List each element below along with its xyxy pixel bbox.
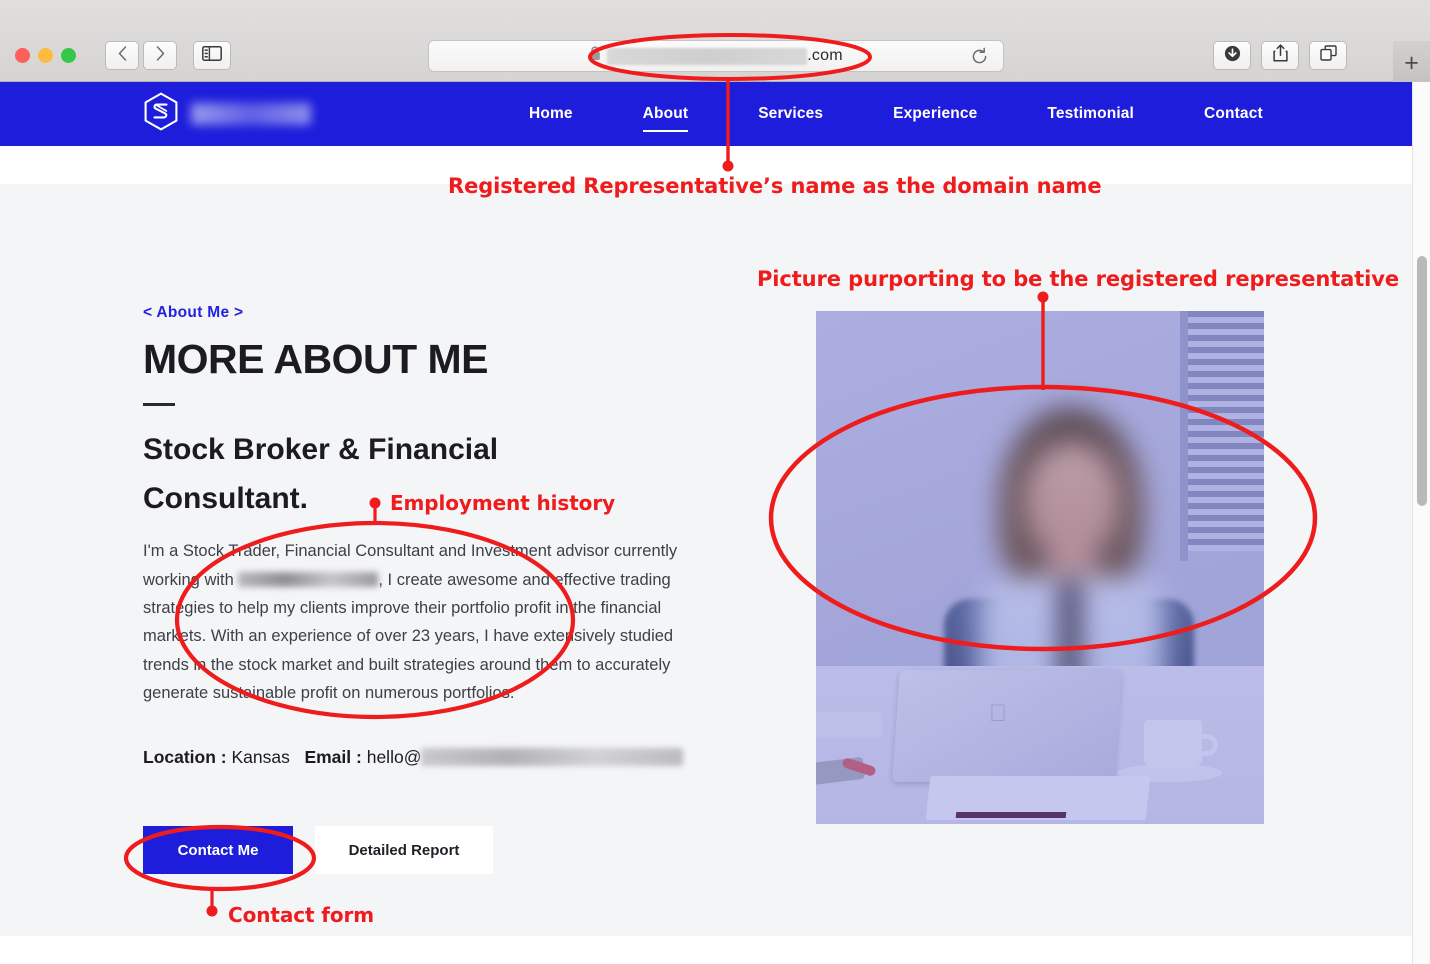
navigation-buttons bbox=[105, 41, 177, 70]
contact-me-button[interactable]: Contact Me bbox=[143, 826, 293, 875]
close-window-button[interactable] bbox=[15, 48, 30, 63]
browser-toolbar: .com + bbox=[0, 0, 1430, 83]
site-navbar: Home About Services Experience Testimoni… bbox=[0, 82, 1412, 146]
forward-button[interactable] bbox=[143, 41, 177, 70]
tab-overview-icon bbox=[1319, 45, 1337, 66]
redacted-domain-name bbox=[607, 47, 808, 65]
hexagon-s-logo-icon bbox=[143, 92, 179, 137]
scrollbar-thumb[interactable] bbox=[1417, 256, 1427, 506]
brand-name-redacted bbox=[191, 103, 311, 125]
window-traffic-lights bbox=[15, 48, 76, 63]
contact-annotation-label: Contact form bbox=[228, 903, 375, 927]
nav-item-contact[interactable]: Contact bbox=[1204, 105, 1263, 123]
share-icon bbox=[1272, 44, 1288, 67]
photo-annotation-label: Picture purporting to be the registered … bbox=[757, 267, 1399, 291]
about-paragraph-part2: , I create awesome and effective trading… bbox=[143, 570, 674, 703]
nav-item-about[interactable]: About bbox=[642, 105, 689, 132]
new-tab-button[interactable]: + bbox=[1393, 41, 1430, 83]
downloads-button[interactable] bbox=[1213, 41, 1251, 70]
employment-annotation-label: Employment history bbox=[390, 491, 616, 515]
page-title: MORE ABOUT ME bbox=[143, 336, 489, 382]
url-tld: .com bbox=[807, 47, 843, 64]
about-text-column: < About Me > MORE ABOUT ME Stock Broker … bbox=[143, 304, 703, 875]
detailed-report-button[interactable]: Detailed Report bbox=[315, 826, 493, 875]
vertical-scrollbar[interactable] bbox=[1412, 82, 1430, 964]
zoom-window-button[interactable] bbox=[61, 48, 76, 63]
photo-blue-tint bbox=[816, 311, 1264, 824]
address-bar[interactable]: .com bbox=[428, 40, 1004, 72]
minimize-window-button[interactable] bbox=[38, 48, 53, 63]
nav-item-testimonial[interactable]: Testimonial bbox=[1047, 105, 1134, 123]
sidebar-toggle-button[interactable] bbox=[193, 41, 231, 70]
about-button-row: Contact Me Detailed Report bbox=[143, 826, 703, 875]
padlock-icon bbox=[589, 46, 601, 66]
representative-photo:  bbox=[816, 311, 1264, 824]
location-label: Location : bbox=[143, 747, 227, 768]
eyebrow-label: About Me bbox=[156, 304, 230, 321]
email-label: Email : bbox=[304, 747, 362, 768]
eyebrow-prefix: < bbox=[143, 304, 153, 321]
page-bottom-strip bbox=[0, 936, 1412, 964]
sidebar-toggle-icon bbox=[202, 45, 222, 66]
brand-logo[interactable] bbox=[143, 92, 311, 137]
eyebrow-suffix: > bbox=[234, 304, 244, 321]
location-value: Kansas bbox=[231, 747, 290, 768]
chevron-left-icon bbox=[118, 45, 127, 66]
email-value: hello@ bbox=[366, 747, 422, 768]
nav-item-experience[interactable]: Experience bbox=[893, 105, 977, 123]
reload-button[interactable] bbox=[970, 47, 989, 71]
redacted-employer-name bbox=[238, 571, 379, 587]
nav-item-home[interactable]: Home bbox=[529, 105, 573, 123]
about-paragraph: I'm a Stock Trader, Financial Consultant… bbox=[143, 537, 691, 707]
about-eyebrow: < About Me > bbox=[143, 304, 703, 322]
downloads-icon bbox=[1224, 45, 1241, 67]
back-button[interactable] bbox=[105, 41, 139, 70]
chevron-right-icon bbox=[156, 45, 165, 66]
title-rule bbox=[143, 403, 175, 407]
site-nav-menu: Home About Services Experience Testimoni… bbox=[529, 105, 1263, 132]
domain-annotation-label: Registered Representative’s name as the … bbox=[448, 174, 1102, 198]
toolbar-right-buttons bbox=[1213, 41, 1347, 70]
contact-meta: Location : Kansas Email : hello@ bbox=[143, 747, 703, 768]
tab-overview-button[interactable] bbox=[1309, 41, 1347, 70]
share-button[interactable] bbox=[1261, 41, 1299, 70]
nav-item-services[interactable]: Services bbox=[758, 105, 823, 123]
screenshot-root: .com + Home About Services Experience Te… bbox=[0, 0, 1430, 964]
redacted-email-domain bbox=[421, 748, 684, 767]
